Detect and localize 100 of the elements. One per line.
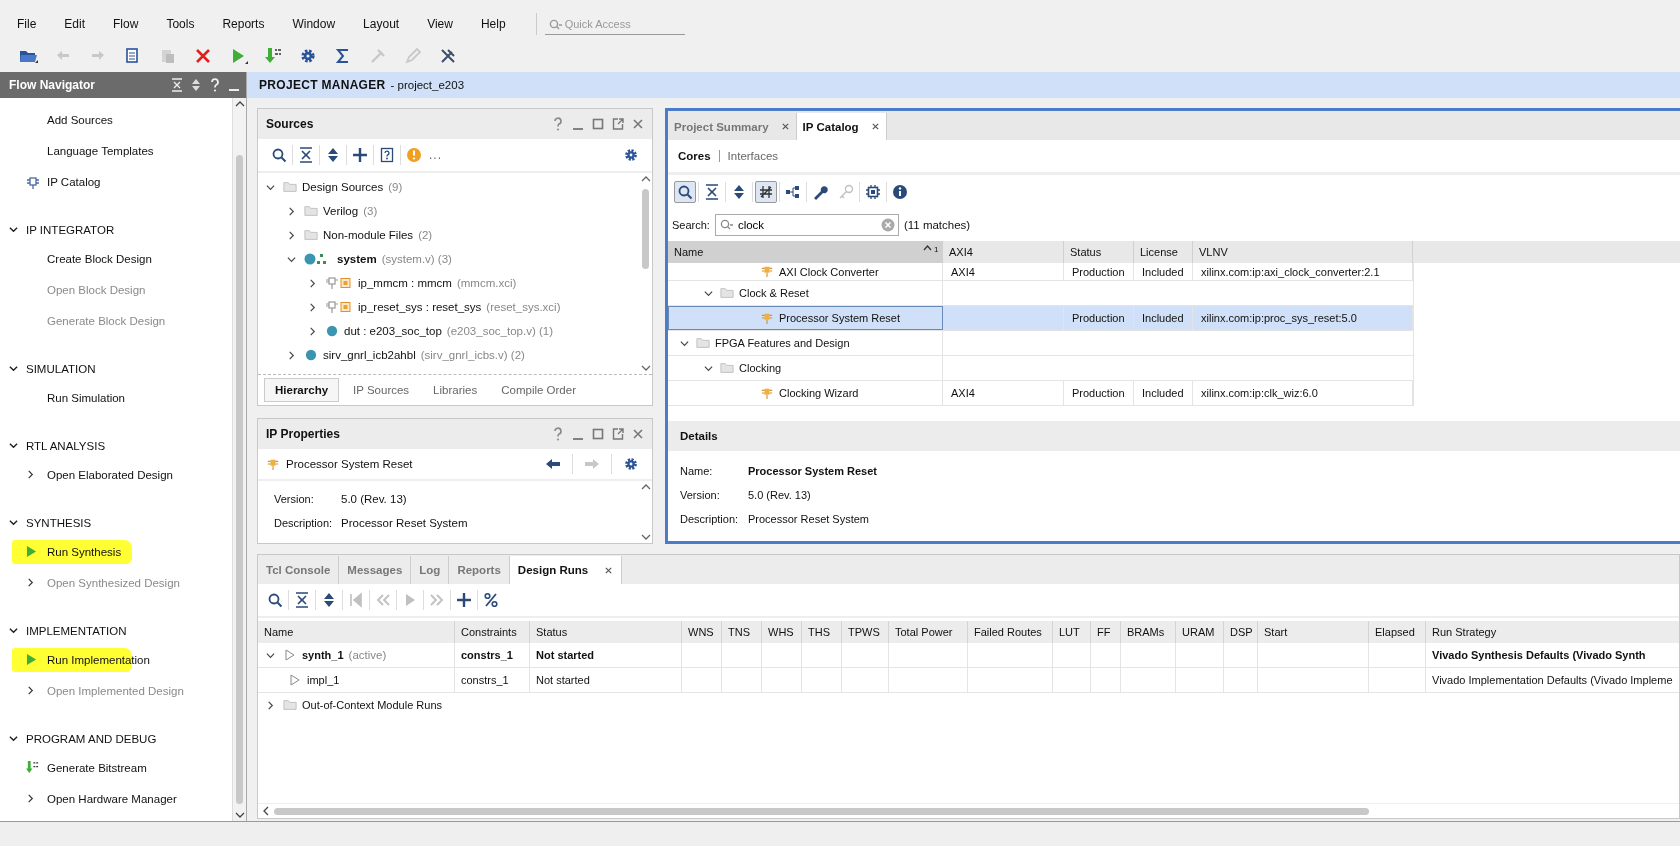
menu-item[interactable]: Edit	[64, 17, 86, 31]
chevron-icon[interactable]	[308, 302, 317, 312]
table-row[interactable]: impl_1 constrs_1 Not started Vivado Implementation Defaults (Vivado Impleme	[258, 668, 1679, 693]
column-header[interactable]: THS	[802, 621, 842, 643]
chevron-icon[interactable]	[308, 326, 317, 336]
tab[interactable]: Hierarchy	[264, 378, 340, 402]
run-triangle-icon[interactable]	[283, 649, 297, 661]
wrench-icon[interactable]	[812, 184, 828, 200]
bitstream-icon[interactable]	[26, 760, 39, 775]
column-header[interactable]: DSP	[1224, 621, 1258, 643]
close-icon[interactable]	[632, 427, 644, 441]
scrollbar-thumb[interactable]	[236, 155, 243, 804]
tree-item[interactable]: system	[337, 253, 377, 265]
table-row[interactable]: synth_1 (active) constrs_1 Not started Vivado Synthesis Defaults (Vivado Synth	[258, 643, 1679, 668]
tree-item[interactable]: dut : e203_soc_top	[344, 325, 442, 337]
maximize-icon[interactable]	[592, 427, 604, 441]
chevron-icon[interactable]	[9, 364, 18, 373]
collapse-all-icon[interactable]	[294, 592, 310, 608]
tab[interactable]: Compile Order	[491, 379, 586, 401]
column-header[interactable]: Status	[530, 621, 682, 643]
chevron-icon[interactable]	[26, 470, 35, 479]
column-header[interactable]: URAM	[1176, 621, 1224, 643]
tab[interactable]: IP Sources	[343, 379, 420, 401]
chevron-icon[interactable]	[9, 225, 18, 234]
close-icon[interactable]	[632, 117, 644, 131]
help-icon[interactable]	[209, 78, 221, 92]
column-header[interactable]: Status	[1064, 241, 1134, 263]
column-header[interactable]: LUT	[1053, 621, 1091, 643]
column-header[interactable]: VLNV	[1193, 241, 1413, 263]
scroll-up-icon[interactable]	[234, 101, 245, 107]
column-header[interactable]: Total Power	[889, 621, 968, 643]
tab[interactable]: Design Runs	[509, 556, 623, 584]
tab[interactable]: Interfaces	[719, 150, 787, 162]
search-icon[interactable]	[271, 147, 287, 163]
settings-icon[interactable]	[623, 456, 639, 472]
chevron-icon[interactable]	[9, 518, 18, 527]
chevron-icon[interactable]	[26, 578, 35, 587]
add-icon[interactable]	[456, 592, 472, 608]
column-header[interactable]: Failed Routes	[968, 621, 1053, 643]
collapse-all-icon[interactable]	[298, 147, 314, 163]
chevron-icon[interactable]	[9, 626, 18, 635]
quick-access-field[interactable]: Quick Access	[544, 13, 685, 35]
menu-item[interactable]: Reports	[222, 17, 265, 31]
play-icon[interactable]	[26, 653, 37, 666]
scroll-left-icon[interactable]	[262, 806, 270, 816]
tree-item[interactable]: Non-module Files	[323, 229, 414, 241]
chevron-icon[interactable]	[680, 338, 689, 348]
run-triangle-icon[interactable]	[288, 674, 302, 686]
table-row[interactable]: FPGA Features and Design	[668, 331, 1414, 356]
column-header[interactable]: Elapsed	[1369, 621, 1426, 643]
help-icon[interactable]	[552, 427, 564, 441]
scroll-down-icon[interactable]	[640, 534, 651, 540]
chevron-icon[interactable]	[287, 230, 296, 240]
column-header[interactable]: Constraints	[455, 621, 530, 643]
navigator-item[interactable]: Run Simulation	[47, 391, 125, 404]
chip-icon[interactable]	[865, 184, 881, 200]
chevron-icon[interactable]	[9, 441, 18, 450]
column-header[interactable]: License	[1134, 241, 1193, 263]
column-header[interactable]: TPWS	[842, 621, 889, 643]
scroll-down-icon[interactable]	[234, 812, 245, 818]
menu-item[interactable]: Help	[480, 17, 506, 31]
navigator-item[interactable]: Add Sources	[47, 113, 113, 126]
hierarchy-icon[interactable]	[785, 184, 801, 200]
table-row[interactable]: Out-of-Context Module Runs	[258, 693, 1679, 717]
table-row[interactable]: Processor System Reset Production Included xilinx.com:ip:proc_sys_reset:5.0	[668, 306, 1414, 331]
expand-all-icon[interactable]	[325, 147, 341, 163]
scrollbar-thumb[interactable]	[642, 189, 649, 269]
scroll-down-icon[interactable]	[640, 365, 651, 371]
chevron-icon[interactable]	[287, 350, 296, 360]
help-icon[interactable]	[552, 117, 564, 131]
tree-item[interactable]: ip_reset_sys : reset_sys	[358, 301, 482, 313]
tab[interactable]: Log	[411, 556, 450, 584]
navigator-item[interactable]: Generate Bitstream	[47, 761, 147, 774]
table-row[interactable]: Clocking	[668, 356, 1414, 381]
column-header[interactable]: Run Strategy	[1426, 621, 1679, 643]
column-header[interactable]: Name	[258, 621, 455, 643]
tab[interactable]: IP Catalog	[796, 113, 887, 140]
back-arrow-icon[interactable]	[545, 456, 561, 472]
chevron-icon[interactable]	[308, 278, 317, 288]
menu-item[interactable]: Tools	[166, 17, 195, 31]
float-icon[interactable]	[612, 117, 624, 131]
menu-item[interactable]: Flow	[113, 17, 139, 31]
chevron-icon[interactable]	[266, 650, 275, 660]
expand-all-icon[interactable]	[731, 184, 747, 200]
tree-item[interactable]: ip_mmcm : mmcm	[358, 277, 452, 289]
tab[interactable]: Libraries	[423, 379, 488, 401]
navigator-item[interactable]: Run Synthesis	[47, 545, 122, 558]
menu-item[interactable]: Layout	[363, 17, 400, 31]
play-icon[interactable]	[26, 545, 37, 558]
column-header[interactable]: Start	[1258, 621, 1369, 643]
tab[interactable]: Project Summary	[668, 113, 797, 140]
column-header[interactable]: TNS	[722, 621, 762, 643]
chevron-icon[interactable]	[266, 182, 275, 192]
column-header[interactable]: FF	[1091, 621, 1121, 643]
maximize-icon[interactable]	[592, 117, 604, 131]
scroll-up-icon[interactable]	[640, 176, 651, 182]
help-document-icon[interactable]	[379, 147, 395, 163]
collapse-all-icon[interactable]	[704, 184, 720, 200]
scroll-up-icon[interactable]	[640, 484, 651, 490]
percent-icon[interactable]	[483, 592, 499, 608]
